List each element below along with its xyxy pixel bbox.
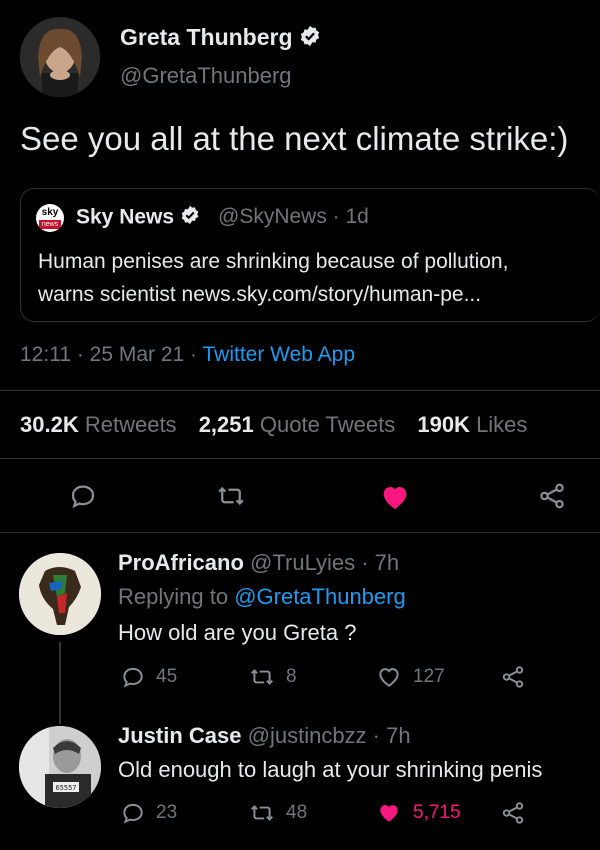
like-count: 5,715 [413, 802, 461, 823]
reply-count: 45 [156, 666, 178, 687]
reply-author-name[interactable]: ProAfricano [118, 550, 244, 575]
share-icon [502, 666, 524, 688]
retweets-label: Retweets [84, 412, 177, 437]
heart-outline-icon [379, 668, 399, 687]
likes-label: Likes [476, 412, 528, 437]
reply-handle-time[interactable]: @TruLyies · 7h [250, 550, 399, 575]
quotes-label: Quote Tweets [259, 412, 396, 437]
reply-icon [123, 803, 143, 824]
reply-avatar[interactable]: 65557 [19, 726, 101, 808]
likes-count: 190K [417, 412, 470, 437]
verified-badge-icon [299, 25, 321, 53]
reply-share-button[interactable] [500, 664, 526, 690]
share-icon [502, 802, 524, 824]
quoted-handle-time[interactable]: @SkyNews · 1d [218, 205, 369, 229]
reply-retweet-button[interactable]: 8 [248, 664, 375, 690]
quoted-text-line1: Human penises are shrinking because of p… [38, 250, 509, 273]
author-name-text[interactable]: Greta Thunberg [120, 24, 293, 50]
retweet-icon [251, 805, 273, 821]
author-handle[interactable]: @GretaThunberg [120, 63, 292, 89]
heart-filled-icon [383, 487, 407, 509]
like-button[interactable] [378, 481, 412, 513]
reply-retweet-button[interactable]: 48 [248, 800, 375, 826]
sky-logo-top: sky [41, 207, 59, 218]
thread-connector-line [59, 642, 61, 724]
reply-text: How old are you Greta ? [118, 620, 357, 645]
quoted-author-name-text[interactable]: Sky News [76, 206, 174, 229]
reply-button[interactable] [68, 481, 98, 511]
retweets-stat[interactable]: 30.2K Retweets [20, 412, 183, 437]
reply-icon [71, 485, 95, 509]
tweet-text: See you all at the next climate strike:) [20, 120, 569, 157]
sky-logo-bottom: news [39, 220, 61, 229]
like-count: 127 [413, 666, 445, 687]
reply-like-button[interactable]: 5,715 [375, 800, 500, 826]
verified-badge-icon [180, 205, 200, 231]
retweets-count: 30.2K [20, 412, 79, 437]
author-name[interactable]: Greta Thunberg [120, 24, 321, 53]
replying-to: Replying to @GretaThunberg [118, 584, 406, 610]
tweet-source-link[interactable]: Twitter Web App [203, 343, 356, 366]
likes-stat[interactable]: 190K Likes [417, 412, 527, 437]
reply-action-bar: 45 8 127 [120, 664, 526, 690]
heart-filled-icon [380, 805, 398, 822]
reply-like-button[interactable]: 127 [375, 664, 500, 690]
reply-header: Justin Case @justincbzz · 7h [118, 723, 411, 749]
reply-handle-time[interactable]: @justincbzz · 7h [248, 723, 411, 748]
tweet-timestamp: 12:11 · 25 Mar 21 · Twitter Web App [20, 343, 355, 367]
replying-to-prefix: Replying to [118, 584, 235, 609]
reply-action-bar: 23 48 5,715 [120, 800, 526, 826]
reply-header: ProAfricano @TruLyies · 7h [118, 550, 399, 576]
quoted-author-name[interactable]: Sky News [76, 205, 200, 231]
replying-to-handle[interactable]: @GretaThunberg [234, 584, 406, 609]
share-button[interactable] [536, 481, 568, 511]
reply-count: 23 [156, 802, 178, 823]
reply-reply-button[interactable]: 45 [120, 664, 248, 690]
retweet-count: 48 [286, 802, 308, 823]
reply-icon [123, 667, 143, 688]
tweet-stats: 30.2K Retweets 2,251 Quote Tweets 190K L… [20, 412, 527, 438]
retweet-icon [218, 486, 244, 506]
tweet-time-date: 12:11 · 25 Mar 21 · [20, 343, 203, 366]
reply-avatar[interactable] [19, 553, 101, 635]
quoted-tweet-card[interactable]: sky news Sky News @SkyNews · 1d Human pe… [20, 188, 600, 322]
quotes-count: 2,251 [198, 412, 254, 437]
reply-share-button[interactable] [500, 800, 526, 826]
quotes-stat[interactable]: 2,251 Quote Tweets [199, 412, 402, 437]
svg-text:65557: 65557 [55, 784, 76, 792]
quoted-text-line2: warns scientist news.sky.com/story/human… [38, 283, 482, 306]
retweet-button[interactable] [215, 481, 247, 511]
share-icon [540, 483, 564, 509]
author-avatar[interactable] [20, 17, 100, 97]
sky-news-logo: sky news [36, 204, 64, 232]
reply-text: Old enough to laugh at your shrinking pe… [118, 757, 543, 782]
reply-reply-button[interactable]: 23 [120, 800, 248, 826]
retweet-icon [251, 669, 273, 685]
retweet-count: 8 [286, 666, 297, 687]
reply-author-name[interactable]: Justin Case [118, 723, 242, 748]
